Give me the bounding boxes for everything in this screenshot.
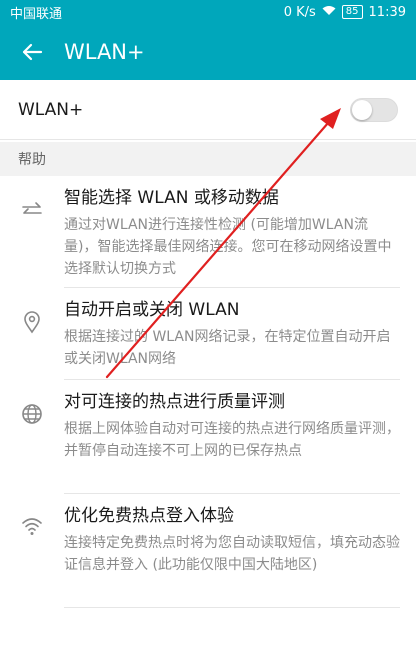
back-arrow-icon xyxy=(22,43,43,61)
wlan-plus-toggle-row[interactable]: WLAN+ xyxy=(0,80,416,140)
help-item-description: 根据上网体验自动对可连接的热点进行网络质量评测，并暂停自动连接不可上网的已保存热… xyxy=(64,421,400,459)
battery-indicator: 85 xyxy=(341,5,363,19)
help-item-description: 根据连接过的 WLAN网络记录，在特定位置自动开启或关闭WLAN网络 xyxy=(64,329,391,367)
help-item-quality-eval: 对可连接的热点进行质量评测 根据上网体验自动对可连接的热点进行网络质量评测，并暂… xyxy=(0,380,416,494)
help-item-title: 智能选择 WLAN 或移动数据 xyxy=(64,188,279,208)
location-pin-icon xyxy=(20,310,44,334)
wifi-icon xyxy=(20,514,44,538)
help-section-header: 帮助 xyxy=(0,142,416,176)
globe-icon xyxy=(20,402,44,426)
swap-arrows-icon xyxy=(20,198,44,222)
help-item-description: 通过对WLAN进行连接性检测 (可能增加WLAN流量)，智能选择最佳网络连接。您… xyxy=(64,217,392,277)
help-item-smart-select: 智能选择 WLAN 或移动数据 通过对WLAN进行连接性检测 (可能增加WLAN… xyxy=(0,176,416,288)
help-item-title: 自动开启或关闭 WLAN xyxy=(64,300,240,320)
help-item-auto-toggle: 自动开启或关闭 WLAN 根据连接过的 WLAN网络记录，在特定位置自动开启或关… xyxy=(0,288,416,380)
help-item-title: 优化免费热点登入体验 xyxy=(64,506,234,526)
help-item-text: 对可连接的热点进行质量评测 根据上网体验自动对可连接的热点进行网络质量评测，并暂… xyxy=(64,390,400,462)
wifi-status-icon xyxy=(322,5,336,19)
carrier-label: 中国联通 xyxy=(10,6,63,22)
help-item-free-hotspot: 优化免费热点登入体验 连接特定免费热点时将为您自动读取短信，填充动态验证信息并登… xyxy=(0,494,416,608)
divider xyxy=(64,607,400,608)
help-item-text: 智能选择 WLAN 或移动数据 通过对WLAN进行连接性检测 (可能增加WLAN… xyxy=(64,186,400,280)
wlan-plus-toggle-label: WLAN+ xyxy=(18,99,84,120)
help-item-title: 对可连接的热点进行质量评测 xyxy=(64,392,285,412)
status-right: 0 K/s 85 11:39 xyxy=(284,5,406,20)
clock: 11:39 xyxy=(368,4,406,20)
back-button[interactable] xyxy=(0,24,64,80)
page-title: WLAN+ xyxy=(64,40,145,64)
help-item-text: 优化免费热点登入体验 连接特定免费热点时将为您自动读取短信，填充动态验证信息并登… xyxy=(64,504,400,576)
wlan-plus-switch[interactable] xyxy=(350,97,398,122)
help-item-text: 自动开启或关闭 WLAN 根据连接过的 WLAN网络记录，在特定位置自动开启或关… xyxy=(64,298,400,370)
network-speed: 0 K/s xyxy=(283,4,316,20)
status-bar: 中国联通 0 K/s 85 11:39 xyxy=(0,0,416,24)
app-bar: WLAN+ xyxy=(0,24,416,80)
help-item-description: 连接特定免费热点时将为您自动读取短信，填充动态验证信息并登入 (此功能仅限中国大… xyxy=(64,535,400,573)
switch-knob xyxy=(352,99,372,120)
